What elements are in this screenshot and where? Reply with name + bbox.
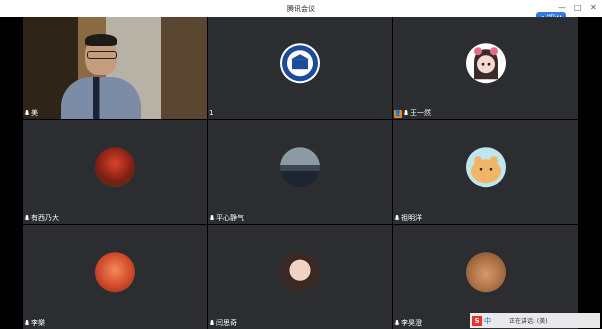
mic-icon [394,320,400,326]
mic-icon [24,320,30,326]
participant-label: 平心静气 [209,214,244,223]
ime-mode-indicator[interactable]: 中 [484,316,491,326]
window-title: 腾讯会议 [287,5,315,13]
participant-name: 闫思奇 [216,319,237,327]
participant-tile[interactable]: 👤 王一然 [393,17,578,119]
girl-photo-avatar [280,252,320,293]
participant-label: 祖明洋 [394,214,422,223]
lake-avatar [280,147,320,188]
participant-tile-video[interactable]: 美 [23,17,207,119]
host-icon: 👤 [394,109,402,118]
participant-label: 1 [209,109,213,118]
mic-icon [209,320,215,326]
participant-label: 李樂 [24,319,45,328]
title-bar: 腾讯会议 — □ ✕ [0,0,602,17]
participant-label: 美 [24,109,38,118]
ime-logo-icon[interactable]: S [472,315,482,326]
speaking-indicator: 正在讲话: (美) [509,318,548,325]
participant-name: 1 [209,109,214,117]
flowers-avatar [95,147,135,188]
floating-toolbar[interactable]: S 中 正在讲话: (美) [470,313,600,328]
participant-label: 👤 王一然 [394,109,431,118]
mic-icon [209,215,215,221]
participant-label: 闫思奇 [209,319,237,328]
mic-icon [403,110,409,116]
participant-name: 有西乃大 [31,214,59,222]
glasses-shape [87,51,117,59]
participant-hair [85,34,117,46]
participant-name: 祖明洋 [401,214,422,222]
close-button[interactable]: ✕ [590,2,597,14]
participant-name: 王一然 [410,109,431,117]
participant-name: 李樂 [31,319,45,327]
participant-tile[interactable]: 1 [208,17,392,119]
participant-body [61,77,141,119]
participant-name: 平心静气 [216,214,244,222]
participant-tile[interactable]: 闫思奇 [208,225,392,329]
participant-tile[interactable]: 祖明洋 [393,120,578,224]
mic-icon [24,215,30,221]
dog-avatar [465,252,506,293]
school-logo-avatar [280,43,320,84]
video-grid: 美 1 👤 王一然 有西乃大 平心静气 祖明洋 李樂 闫思奇 李昊澄 [23,17,578,329]
participant-label: 李昊澄 [394,319,422,328]
participant-tile[interactable]: 李樂 [23,225,207,329]
participant-tile[interactable]: 平心静气 [208,120,392,224]
mic-icon [24,110,30,116]
participant-tile[interactable]: 有西乃大 [23,120,207,224]
cartoon-girl-avatar [465,43,506,84]
sunset-avatar [95,252,135,293]
maximize-button[interactable]: □ [574,2,582,14]
participant-label: 有西乃大 [24,214,59,223]
participant-name: 李昊澄 [401,319,422,327]
cartoon-hamster-avatar [465,147,506,188]
mic-icon [394,215,400,221]
participant-name: 美 [31,109,38,117]
